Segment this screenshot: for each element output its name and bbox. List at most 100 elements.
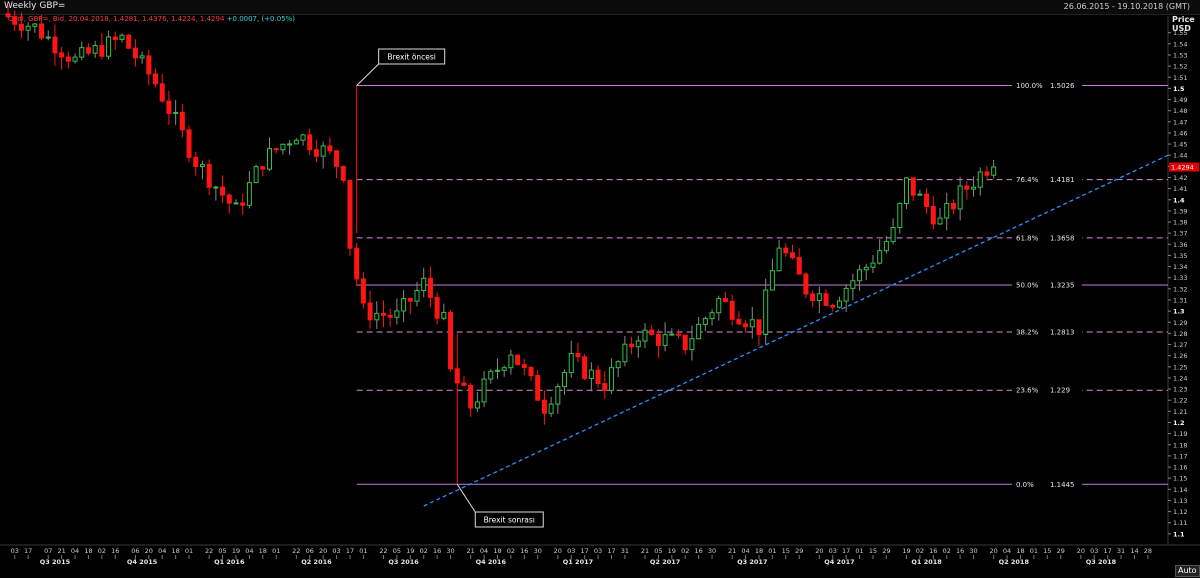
candle-body <box>461 382 467 386</box>
candle-body <box>749 319 755 328</box>
candle-body <box>810 293 816 302</box>
candle-body <box>153 73 159 85</box>
y-tick-label: 1.47 <box>1173 118 1187 126</box>
candle-body <box>293 139 299 145</box>
candle-body <box>541 399 547 414</box>
candle-body <box>575 352 581 358</box>
y-tick-label: 1.38 <box>1173 219 1187 227</box>
candle-body <box>950 202 956 210</box>
x-tick-label: 15 <box>1043 547 1051 555</box>
candle-body <box>655 333 661 346</box>
candle-body <box>139 55 145 59</box>
y-tick-label: 1.54 <box>1173 40 1187 48</box>
x-tick-label: 05 <box>393 547 401 555</box>
candle-body <box>206 163 212 188</box>
candle-body <box>112 36 118 40</box>
candle-body <box>736 318 742 325</box>
fib-level-percent: 76.4% <box>1016 176 1039 184</box>
y-tick-label: 1.15 <box>1173 475 1187 483</box>
x-tick-label: 02 <box>507 547 515 555</box>
candle-body <box>253 166 259 184</box>
candle-body <box>629 343 635 348</box>
candle-body <box>179 111 185 131</box>
quarter-label: Q1 2018 <box>911 558 942 566</box>
x-tick-label: 16 <box>111 547 119 555</box>
fib-level-value: 1.3658 <box>1050 234 1075 242</box>
annotation-leader <box>356 63 380 86</box>
annotation-brexit-sonrasi: Brexit sonrası <box>484 516 535 525</box>
x-tick-label: 20 <box>990 547 998 555</box>
candle-body <box>602 383 608 391</box>
y-tick-label: 1.42 <box>1173 174 1187 182</box>
candle-body <box>488 370 494 380</box>
candle-body <box>434 296 440 319</box>
candle-body <box>220 186 226 196</box>
candle-body <box>307 134 313 151</box>
candle-body <box>226 194 232 204</box>
candle-body <box>85 47 91 54</box>
candle-body <box>977 171 983 188</box>
candle-body <box>52 36 58 54</box>
candle-body <box>354 247 360 280</box>
candle-body <box>367 302 373 321</box>
x-tick-label: 18 <box>493 547 501 555</box>
candle-body <box>159 83 165 102</box>
candle-body <box>347 179 353 249</box>
x-tick-label: 18 <box>259 547 267 555</box>
candle-body <box>991 166 997 176</box>
candle-body <box>649 329 655 335</box>
y-tick-label: 1.41 <box>1173 185 1187 193</box>
x-tick-label: 21 <box>728 547 736 555</box>
candle-body <box>582 356 588 379</box>
candle-body <box>924 193 930 208</box>
x-tick-label: 18 <box>755 547 763 555</box>
candle-body <box>890 227 896 243</box>
quarter-label: Q2 2016 <box>301 558 332 566</box>
candle-body <box>240 202 246 206</box>
candle-body <box>494 369 500 372</box>
candle-body <box>99 45 105 57</box>
y-tick-label: 1.2 <box>1173 419 1185 427</box>
x-tick-label: 19 <box>406 547 414 555</box>
y-tick-label: 1.5 <box>1173 85 1185 93</box>
candle-body <box>233 202 239 205</box>
candle-body <box>836 300 842 308</box>
x-tick-label: 17 <box>607 547 615 555</box>
x-tick-label: 05 <box>654 547 662 555</box>
candle-body <box>528 367 534 376</box>
x-tick-label: 04 <box>158 547 166 555</box>
auto-scale-button[interactable]: Auto <box>1175 565 1200 577</box>
x-tick-label: 03 <box>332 547 340 555</box>
candle-body <box>394 310 400 318</box>
fib-level-value: 1.2813 <box>1050 328 1075 336</box>
candle-body <box>273 148 279 151</box>
candle-body <box>387 314 393 318</box>
y-tick-label: 1.33 <box>1173 274 1187 282</box>
y-tick-label: 1.51 <box>1173 74 1187 82</box>
fib-level-percent: 61.8% <box>1016 234 1039 242</box>
candle-body <box>327 145 333 152</box>
chart-svg[interactable]: 1.1 1.11 1.12 1.13 1.14 1.15 1.16 1.17 1.18 1.19 1… <box>0 0 1200 578</box>
candle-body <box>119 34 125 40</box>
candle-body <box>380 312 386 316</box>
candle-body <box>186 129 192 158</box>
candle-body <box>59 52 65 58</box>
candle-body <box>588 369 594 379</box>
x-tick-label: 30 <box>708 547 716 555</box>
x-tick-label: 20 <box>815 547 823 555</box>
y-tick-label: 1.29 <box>1173 319 1187 327</box>
y-tick-label: 1.21 <box>1173 408 1187 416</box>
candle-body <box>877 250 883 264</box>
fib-level-percent: 100.0% <box>1016 82 1043 90</box>
candle-body <box>320 145 326 157</box>
x-tick-label: 20 <box>319 547 327 555</box>
candle-body <box>910 177 916 196</box>
candle-body <box>709 312 715 320</box>
quarter-label: Q4 2016 <box>476 558 507 566</box>
y-tick-label: 1.39 <box>1173 207 1187 215</box>
candle-body <box>796 257 802 275</box>
candle-body <box>146 55 152 75</box>
candle-body <box>260 166 266 170</box>
candle-body <box>313 149 319 157</box>
candle-body <box>763 289 769 336</box>
